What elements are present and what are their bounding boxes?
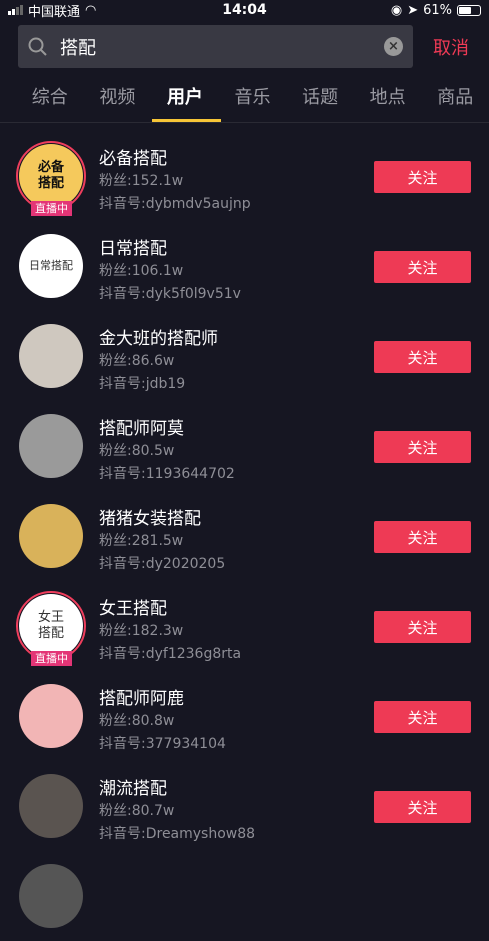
avatar[interactable] (19, 414, 83, 478)
avatar (19, 864, 83, 928)
list-item[interactable]: 日常搭配 日常搭配 粉丝:106.1w 抖音号:dyk5f0l9v51v 关注 (0, 221, 489, 311)
search-icon (28, 37, 47, 56)
avatar[interactable]: 女王搭配 (19, 594, 83, 658)
douyin-id: 抖音号:dyk5f0l9v51v (99, 286, 241, 302)
douyin-id: 抖音号:dybmdv5aujnp (99, 196, 251, 212)
tab-users[interactable]: 用户 (151, 78, 221, 122)
orientation-lock-icon: ◉ (390, 2, 403, 18)
avatar-text: 必备搭配 (37, 160, 64, 191)
avatar[interactable] (19, 324, 83, 388)
list-item[interactable]: 搭配师阿莫 粉丝:80.5w 抖音号:1193644702 关注 (0, 401, 489, 491)
list-item[interactable]: 猪猪女装搭配 粉丝:281.5w 抖音号:dy2020205 关注 (0, 491, 489, 581)
follower-count: 粉丝:281.5w (99, 533, 184, 549)
list-item[interactable]: 必备搭配直播中 必备搭配 粉丝:152.1w 抖音号:dybmdv5aujnp 关… (0, 131, 489, 221)
follower-count: 粉丝:80.8w (99, 713, 175, 729)
user-name[interactable]: 日常搭配 (99, 234, 167, 259)
douyin-id: 抖音号:dy2020205 (99, 556, 226, 572)
user-name[interactable]: 潮流搭配 (99, 774, 167, 799)
tab-bar: 综合 视频 用户 音乐 话题 地点 商品 (0, 78, 489, 123)
follow-button[interactable]: 关注 (374, 431, 471, 463)
avatar[interactable]: 日常搭配 (19, 234, 83, 298)
user-name[interactable]: 金大班的搭配师 (99, 324, 218, 349)
follower-count: 粉丝:106.1w (99, 263, 184, 279)
tab-places[interactable]: 地点 (354, 78, 422, 122)
follow-button[interactable]: 关注 (374, 251, 471, 283)
search-query[interactable]: 搭配 (60, 34, 384, 60)
follower-count: 粉丝:80.7w (99, 803, 175, 819)
follower-count: 粉丝:80.5w (99, 443, 175, 459)
tab-products[interactable]: 商品 (421, 78, 489, 122)
follow-button[interactable]: 关注 (374, 521, 471, 553)
follower-count: 粉丝:86.6w (99, 353, 175, 369)
user-name[interactable]: 女王搭配 (99, 594, 167, 619)
list-item[interactable]: 金大班的搭配师 粉丝:86.6w 抖音号:jdb19 关注 (0, 311, 489, 401)
list-item-partial[interactable] (0, 851, 489, 941)
avatar-text: 女王搭配 (37, 610, 64, 641)
user-name[interactable]: 搭配师阿鹿 (99, 684, 184, 709)
location-icon: ➤ (407, 2, 419, 18)
tab-music[interactable]: 音乐 (219, 78, 287, 122)
follower-count: 粉丝:152.1w (99, 173, 184, 189)
avatar[interactable] (19, 504, 83, 568)
battery-icon (457, 4, 481, 16)
list-item[interactable]: 搭配师阿鹿 粉丝:80.8w 抖音号:377934104 关注 (0, 671, 489, 761)
user-name[interactable]: 搭配师阿莫 (99, 414, 184, 439)
douyin-id: 抖音号:1193644702 (99, 466, 235, 482)
signal-icon (8, 5, 23, 15)
douyin-id: 抖音号:Dreamyshow88 (99, 826, 256, 842)
carrier: 中国联通 (28, 4, 81, 20)
tab-videos[interactable]: 视频 (84, 78, 152, 122)
tab-topics[interactable]: 话题 (286, 78, 354, 122)
wifi-icon: ◠ (85, 2, 97, 18)
clear-icon[interactable]: × (384, 37, 403, 56)
avatar[interactable]: 必备搭配 (19, 144, 83, 208)
follow-button[interactable]: 关注 (374, 701, 471, 733)
tab-all[interactable]: 综合 (16, 78, 84, 122)
follow-button[interactable]: 关注 (374, 341, 471, 373)
live-badge: 直播中 (31, 201, 72, 216)
avatar[interactable] (19, 684, 83, 748)
douyin-id: 抖音号:dyf1236g8rta (99, 646, 242, 662)
douyin-id: 抖音号:377934104 (99, 736, 226, 752)
follower-count: 粉丝:182.3w (99, 623, 184, 639)
avatar-text: 日常搭配 (29, 259, 73, 273)
follow-button[interactable]: 关注 (374, 611, 471, 643)
douyin-id: 抖音号:jdb19 (99, 376, 186, 392)
search-input[interactable]: 搭配 × (18, 25, 413, 68)
status-bar: 中国联通 ◠ ◉ ➤ 61% (0, 0, 489, 20)
live-badge: 直播中 (31, 651, 72, 666)
list-item[interactable]: 女王搭配直播中 女王搭配 粉丝:182.3w 抖音号:dyf1236g8rta 关… (0, 581, 489, 671)
user-name[interactable]: 猪猪女装搭配 (99, 504, 201, 529)
user-name[interactable]: 必备搭配 (99, 144, 167, 169)
list-item[interactable]: 潮流搭配 粉丝:80.7w 抖音号:Dreamyshow88 关注 (0, 761, 489, 851)
follow-button[interactable]: 关注 (374, 791, 471, 823)
avatar[interactable] (19, 774, 83, 838)
follow-button[interactable]: 关注 (374, 161, 471, 193)
cancel-button[interactable]: 取消 (433, 34, 469, 60)
battery-percent: 61% (423, 2, 452, 18)
